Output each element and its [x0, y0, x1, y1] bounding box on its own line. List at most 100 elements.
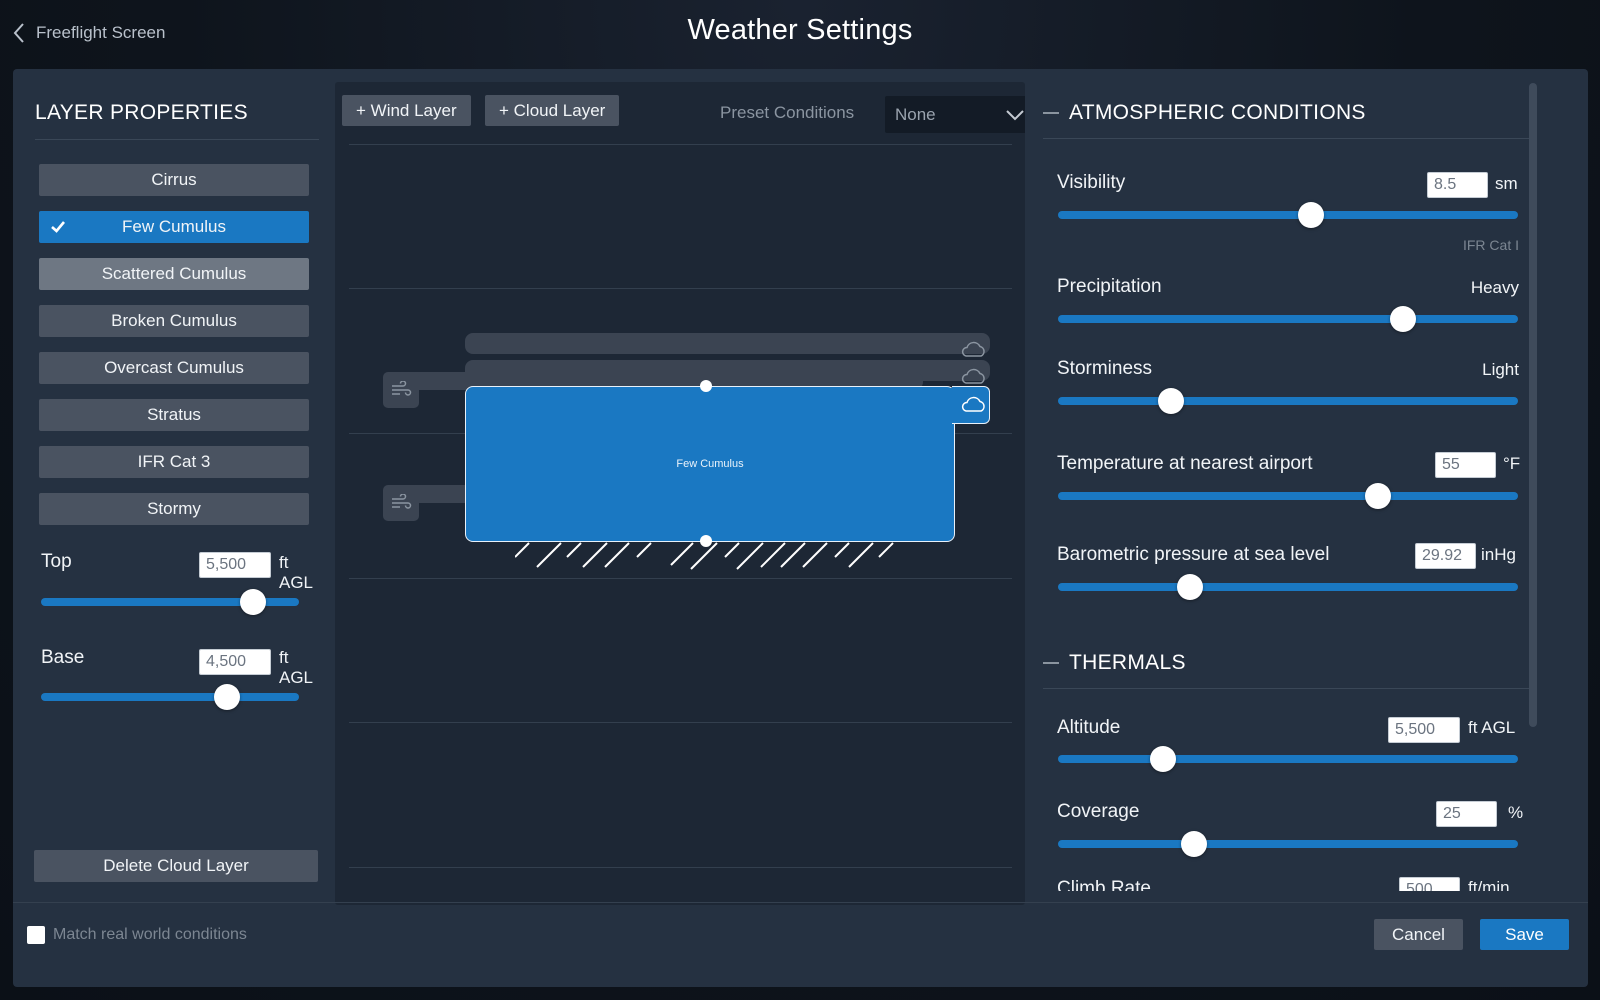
add-cloud-layer-button[interactable]: + Cloud Layer — [485, 95, 620, 126]
coverage-input[interactable]: 25 — [1436, 801, 1497, 827]
base-label: Base — [41, 647, 85, 668]
layer-button-label: Few Cumulus — [122, 217, 226, 236]
divider — [1043, 138, 1529, 139]
layer-button-overcast-cumulus[interactable]: Overcast Cumulus — [39, 352, 309, 384]
coverage-unit: % — [1508, 803, 1524, 822]
coverage-slider[interactable] — [1058, 831, 1518, 857]
slider-thumb[interactable] — [239, 589, 266, 615]
base-hatch-pattern — [515, 542, 894, 570]
conditions-panel: ATMOSPHERIC CONDITIONS Visibility 8.5 sm… — [1043, 81, 1543, 891]
chevron-down-icon — [1006, 110, 1024, 121]
visibility-label: Visibility — [1057, 172, 1126, 193]
selected-layer-label: Few Cumulus — [676, 458, 744, 470]
temperature-slider[interactable] — [1058, 483, 1518, 509]
top-resize-handle[interactable] — [700, 380, 712, 392]
wind-icon — [392, 381, 412, 396]
pressure-input[interactable]: 29.92 — [1415, 543, 1476, 569]
atmospheric-conditions-title: ATMOSPHERIC CONDITIONS — [1069, 101, 1366, 124]
slider-thumb[interactable] — [1390, 306, 1416, 332]
slider-thumb[interactable] — [1177, 574, 1204, 600]
altitude-gridline — [349, 867, 1012, 868]
delete-cloud-layer-button[interactable]: Delete Cloud Layer — [34, 850, 318, 882]
footer-divider — [13, 902, 1588, 903]
storminess-value: Light — [1482, 360, 1519, 379]
wind-layer-tag[interactable] — [383, 372, 419, 408]
thermals-header[interactable]: THERMALS — [1043, 651, 1186, 675]
pressure-slider[interactable] — [1058, 574, 1518, 600]
layer-button-label: IFR Cat 3 — [137, 452, 211, 471]
base-unit: ft AGL — [279, 648, 314, 687]
top-altitude-row: Top 5,500 ft AGL — [41, 551, 313, 615]
layer-button-few-cumulus[interactable]: Few Cumulus — [39, 211, 309, 243]
storminess-label: Storminess — [1057, 358, 1153, 379]
temperature-input[interactable]: 55 — [1435, 452, 1496, 478]
visibility-slider[interactable] — [1058, 202, 1518, 228]
slider-thumb[interactable] — [1149, 746, 1176, 772]
thermal-altitude-label: Altitude — [1057, 717, 1121, 738]
weather-settings-window: LAYER PROPERTIES Cirrus Few Cumulus Scat… — [13, 69, 1588, 987]
precipitation-label: Precipitation — [1057, 276, 1162, 297]
wind-icon — [392, 494, 412, 509]
slider-thumb[interactable] — [213, 684, 240, 710]
layer-editor-panel: + Wind Layer + Cloud Layer Preset Condit… — [335, 82, 1025, 905]
layer-properties-title: LAYER PROPERTIES — [35, 101, 248, 124]
precipitation-slider[interactable] — [1058, 306, 1518, 332]
base-slider[interactable] — [41, 684, 299, 710]
thermal-altitude-slider[interactable] — [1058, 746, 1518, 772]
add-wind-layer-button[interactable]: + Wind Layer — [342, 95, 471, 126]
cloud-icon — [961, 341, 985, 357]
thermals-title: THERMALS — [1069, 651, 1186, 674]
layer-button-label: Stratus — [147, 405, 201, 424]
temperature-label: Temperature at nearest airport — [1057, 453, 1313, 474]
slider-thumb[interactable] — [1158, 388, 1185, 414]
layer-button-label: Cirrus — [151, 170, 197, 189]
top-label: Top — [41, 551, 72, 572]
selected-cloud-layer[interactable]: Few Cumulus — [465, 386, 955, 542]
preset-conditions-label: Preset Conditions — [720, 103, 855, 122]
base-input[interactable]: 4,500 — [199, 649, 271, 675]
slider-track — [1058, 755, 1518, 763]
conditions-scrollbar[interactable] — [1529, 83, 1537, 727]
slider-track — [1058, 397, 1518, 405]
collapse-icon — [1043, 112, 1059, 114]
precipitation-value: Heavy — [1470, 278, 1519, 297]
layer-button-broken-cumulus[interactable]: Broken Cumulus — [39, 305, 309, 337]
checkmark-icon — [51, 221, 65, 233]
storminess-slider[interactable] — [1058, 388, 1518, 414]
save-button[interactable]: Save — [1480, 919, 1569, 950]
layer-button-stratus[interactable]: Stratus — [39, 399, 309, 431]
divider — [1043, 688, 1529, 689]
slider-thumb[interactable] — [1298, 202, 1324, 228]
layer-button-cirrus[interactable]: Cirrus — [39, 164, 309, 196]
layer-button-ifr-cat-3[interactable]: IFR Cat 3 — [39, 446, 309, 478]
top-slider[interactable] — [41, 589, 299, 615]
visibility-category: IFR Cat I — [1462, 237, 1519, 253]
thermal-altitude-input[interactable]: 5,500 — [1388, 717, 1460, 743]
altitude-gridline — [349, 288, 1012, 289]
cancel-button[interactable]: Cancel — [1374, 919, 1463, 950]
layer-button-scattered-cumulus[interactable]: Scattered Cumulus — [39, 258, 309, 290]
climb-rate-input[interactable]: 500 — [1399, 877, 1460, 891]
top-unit: ft AGL — [279, 553, 314, 592]
match-label: Match real world conditions — [53, 926, 247, 943]
match-checkbox[interactable] — [27, 926, 45, 944]
altitude-gridline — [349, 578, 1012, 579]
visibility-unit: sm — [1495, 174, 1518, 193]
wind-layer-tag[interactable] — [383, 485, 419, 521]
slider-track — [41, 693, 299, 701]
layer-button-stormy[interactable]: Stormy — [39, 493, 309, 525]
cloud-icon — [961, 368, 985, 384]
layer-properties-panel: LAYER PROPERTIES Cirrus Few Cumulus Scat… — [35, 81, 325, 901]
climb-rate-unit: ft/min — [1468, 878, 1510, 891]
match-real-world-toggle[interactable]: Match real world conditions — [27, 926, 247, 944]
visibility-input[interactable]: 8.5 — [1427, 172, 1488, 198]
cloud-layer-bar[interactable] — [465, 333, 990, 354]
atmospheric-conditions-header[interactable]: ATMOSPHERIC CONDITIONS — [1043, 101, 1366, 125]
top-input[interactable]: 5,500 — [199, 552, 271, 578]
tab-joint — [949, 388, 955, 422]
slider-thumb[interactable] — [1180, 831, 1207, 857]
preset-conditions-select[interactable]: None — [885, 96, 1025, 133]
slider-thumb[interactable] — [1364, 483, 1391, 509]
cloud-icon — [961, 396, 985, 412]
divider — [35, 139, 319, 140]
